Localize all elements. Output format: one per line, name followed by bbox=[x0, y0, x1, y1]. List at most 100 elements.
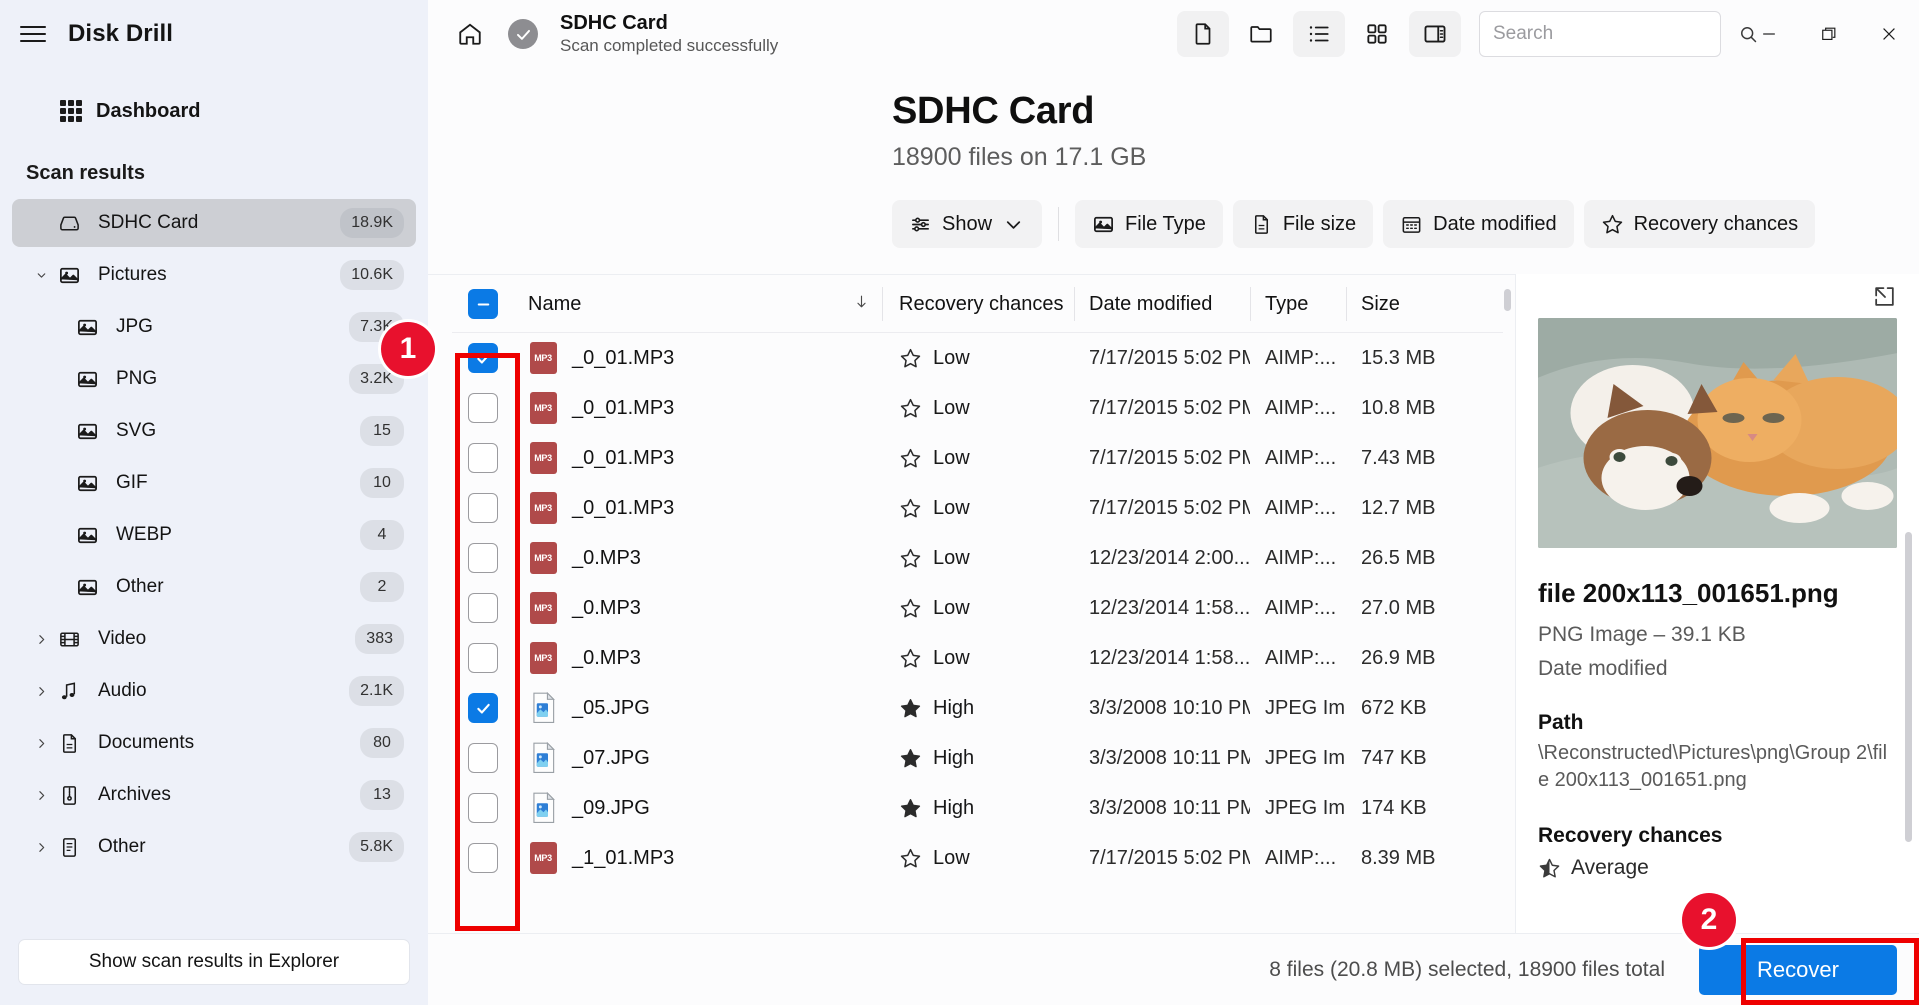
row-checkbox[interactable] bbox=[468, 843, 498, 873]
folder-icon[interactable] bbox=[1235, 11, 1287, 57]
file-name-cell: _07.JPG bbox=[514, 741, 882, 775]
file-name-label: _09.JPG bbox=[572, 796, 650, 819]
sidebar-item-sdhc-card[interactable]: SDHC Card 18.9K bbox=[12, 199, 416, 247]
table-row[interactable]: MP3 _0_01.MP3 Low 7/17/2015 5:02 PM AIMP:...… bbox=[452, 383, 1515, 433]
sidebar-item-webp[interactable]: WEBP 4 bbox=[12, 511, 416, 559]
sort-descending-icon[interactable] bbox=[853, 293, 870, 316]
grid-view-icon[interactable] bbox=[1351, 11, 1403, 57]
open-external-icon[interactable] bbox=[1872, 284, 1897, 309]
filter-button-label: Date modified bbox=[1433, 212, 1557, 235]
preview-filename: file 200x113_001651.png bbox=[1538, 578, 1839, 608]
filter-button-file-type[interactable]: File Type bbox=[1075, 200, 1223, 248]
row-checkbox-cell bbox=[452, 793, 514, 823]
row-checkbox-cell bbox=[452, 343, 514, 373]
list-view-icon[interactable] bbox=[1293, 11, 1345, 57]
table-row[interactable]: MP3 _1_01.MP3 Low 7/17/2015 5:02 PM AIMP:...… bbox=[452, 833, 1515, 883]
column-header-size[interactable]: Size bbox=[1346, 285, 1466, 323]
sidebar-item-archives[interactable]: Archives 13 bbox=[12, 771, 416, 819]
sidebar-item-other[interactable]: Other 2 bbox=[12, 563, 416, 611]
sidebar-section-title: Scan results bbox=[26, 162, 145, 184]
search-input[interactable] bbox=[1493, 23, 1738, 45]
sidebar-item-other[interactable]: Other 5.8K bbox=[12, 823, 416, 871]
close-button[interactable] bbox=[1859, 9, 1919, 59]
date-modified-cell: 7/17/2015 5:02 PM bbox=[1089, 346, 1250, 369]
file-type-cell: JPEG Im... bbox=[1265, 796, 1346, 819]
preview-scrollbar[interactable] bbox=[1905, 532, 1912, 842]
file-name-cell: MP3 _0_01.MP3 bbox=[514, 391, 882, 425]
filter-button-show[interactable]: Show bbox=[892, 200, 1043, 248]
table-row[interactable]: _09.JPG High 3/3/2008 10:11 PM JPEG Im... 17… bbox=[452, 783, 1515, 833]
chevron-right-icon[interactable] bbox=[28, 789, 54, 802]
table-row[interactable]: MP3 _0_01.MP3 Low 7/17/2015 5:02 PM AIMP:...… bbox=[452, 333, 1515, 383]
minimize-button[interactable] bbox=[1739, 9, 1799, 59]
scan-results-tree: SDHC Card 18.9K Pictures 10.6K JPG 7.3K PNG 3.2… bbox=[0, 199, 428, 875]
chevron-down-icon bbox=[1002, 213, 1025, 236]
chevron-right-icon[interactable] bbox=[28, 685, 54, 698]
date-modified-cell: 7/17/2015 5:02 PM bbox=[1089, 846, 1250, 869]
annotation-marker-2: 2 bbox=[1682, 893, 1736, 947]
sidebar-item-jpg[interactable]: JPG 7.3K bbox=[12, 303, 416, 351]
preview-thumbnail[interactable] bbox=[1538, 318, 1897, 548]
table-row[interactable]: MP3 _0.MP3 Low 12/23/2014 1:58... AIMP:... 27… bbox=[452, 583, 1515, 633]
sidebar-item-video[interactable]: Video 383 bbox=[12, 615, 416, 663]
table-row[interactable]: _05.JPG High 3/3/2008 10:10 PM JPEG Im... 67… bbox=[452, 683, 1515, 733]
table-row[interactable]: _07.JPG High 3/3/2008 10:11 PM JPEG Im... 74… bbox=[452, 733, 1515, 783]
split-panel-icon[interactable] bbox=[1409, 11, 1461, 57]
file-size-cell: 15.3 MB bbox=[1361, 346, 1436, 369]
file-size-cell: 7.43 MB bbox=[1361, 446, 1436, 469]
sidebar-item-label: Dashboard bbox=[96, 99, 201, 122]
sidebar-item-label: Other bbox=[98, 836, 146, 857]
recovery-chance-label: Low bbox=[933, 646, 970, 669]
preview-details: file 200x113_001651.png PNG Image – 39.1… bbox=[1516, 548, 1919, 880]
mp3-file-icon: MP3 bbox=[528, 491, 558, 525]
image-icon bbox=[72, 572, 102, 602]
column-header-name[interactable]: Name bbox=[514, 285, 882, 323]
row-checkbox[interactable] bbox=[468, 543, 498, 573]
row-checkbox[interactable] bbox=[468, 643, 498, 673]
chevron-right-icon[interactable] bbox=[28, 841, 54, 854]
recover-button[interactable]: Recover bbox=[1699, 944, 1897, 995]
file-name-label: _0_01.MP3 bbox=[572, 446, 675, 469]
filter-button-date-modified[interactable]: Date modified bbox=[1383, 200, 1574, 248]
table-row[interactable]: MP3 _0.MP3 Low 12/23/2014 1:58... AIMP:... 26… bbox=[452, 633, 1515, 683]
sidebar-item-png[interactable]: PNG 3.2K bbox=[12, 355, 416, 403]
home-icon[interactable] bbox=[446, 12, 494, 56]
row-checkbox[interactable] bbox=[468, 443, 498, 473]
hamburger-menu-icon[interactable] bbox=[20, 24, 46, 44]
file-size-cell: 26.5 MB bbox=[1361, 546, 1436, 569]
row-checkbox[interactable] bbox=[468, 793, 498, 823]
column-header-type[interactable]: Type bbox=[1250, 285, 1346, 323]
table-row[interactable]: MP3 _0.MP3 Low 12/23/2014 2:00... AIMP:... 26… bbox=[452, 533, 1515, 583]
file-name-cell: _09.JPG bbox=[514, 791, 882, 825]
table-scrollbar[interactable] bbox=[1504, 289, 1511, 311]
sidebar-item-gif[interactable]: GIF 10 bbox=[12, 459, 416, 507]
chevron-right-icon[interactable] bbox=[28, 633, 54, 646]
row-checkbox[interactable] bbox=[468, 593, 498, 623]
sidebar-item-pictures[interactable]: Pictures 10.6K bbox=[12, 251, 416, 299]
sidebar-item-svg[interactable]: SVG 15 bbox=[12, 407, 416, 455]
file-icon[interactable] bbox=[1177, 11, 1229, 57]
row-checkbox[interactable] bbox=[468, 493, 498, 523]
row-checkbox[interactable] bbox=[468, 743, 498, 773]
row-checkbox[interactable] bbox=[468, 393, 498, 423]
sidebar-item-documents[interactable]: Documents 80 bbox=[12, 719, 416, 767]
filter-button-recovery-chances[interactable]: Recovery chances bbox=[1583, 200, 1816, 248]
sidebar-item-audio[interactable]: Audio 2.1K bbox=[12, 667, 416, 715]
column-header-recovery[interactable]: Recovery chances bbox=[882, 285, 1074, 323]
column-header-date[interactable]: Date modified bbox=[1074, 285, 1250, 323]
search-box[interactable] bbox=[1479, 11, 1757, 57]
row-checkbox[interactable] bbox=[468, 343, 498, 373]
table-row[interactable]: MP3 _0_01.MP3 Low 7/17/2015 5:02 PM AIMP:...… bbox=[452, 483, 1515, 533]
sidebar-item-dashboard[interactable]: Dashboard bbox=[10, 86, 418, 136]
preview-image bbox=[1538, 318, 1897, 548]
select-all-checkbox[interactable] bbox=[468, 289, 498, 319]
maximize-restore-button[interactable] bbox=[1799, 9, 1859, 59]
chevron-right-icon[interactable] bbox=[28, 737, 54, 750]
chevron-down-icon[interactable] bbox=[28, 269, 54, 282]
filter-button-file-size[interactable]: File size bbox=[1232, 200, 1374, 248]
table-row[interactable]: MP3 _0_01.MP3 Low 7/17/2015 5:02 PM AIMP:...… bbox=[452, 433, 1515, 483]
row-checkbox[interactable] bbox=[468, 693, 498, 723]
show-in-explorer-button[interactable]: Show scan results in Explorer bbox=[18, 939, 410, 985]
sidebar-item-count-badge: 2.1K bbox=[349, 676, 404, 706]
jpeg-file-icon bbox=[528, 741, 558, 775]
